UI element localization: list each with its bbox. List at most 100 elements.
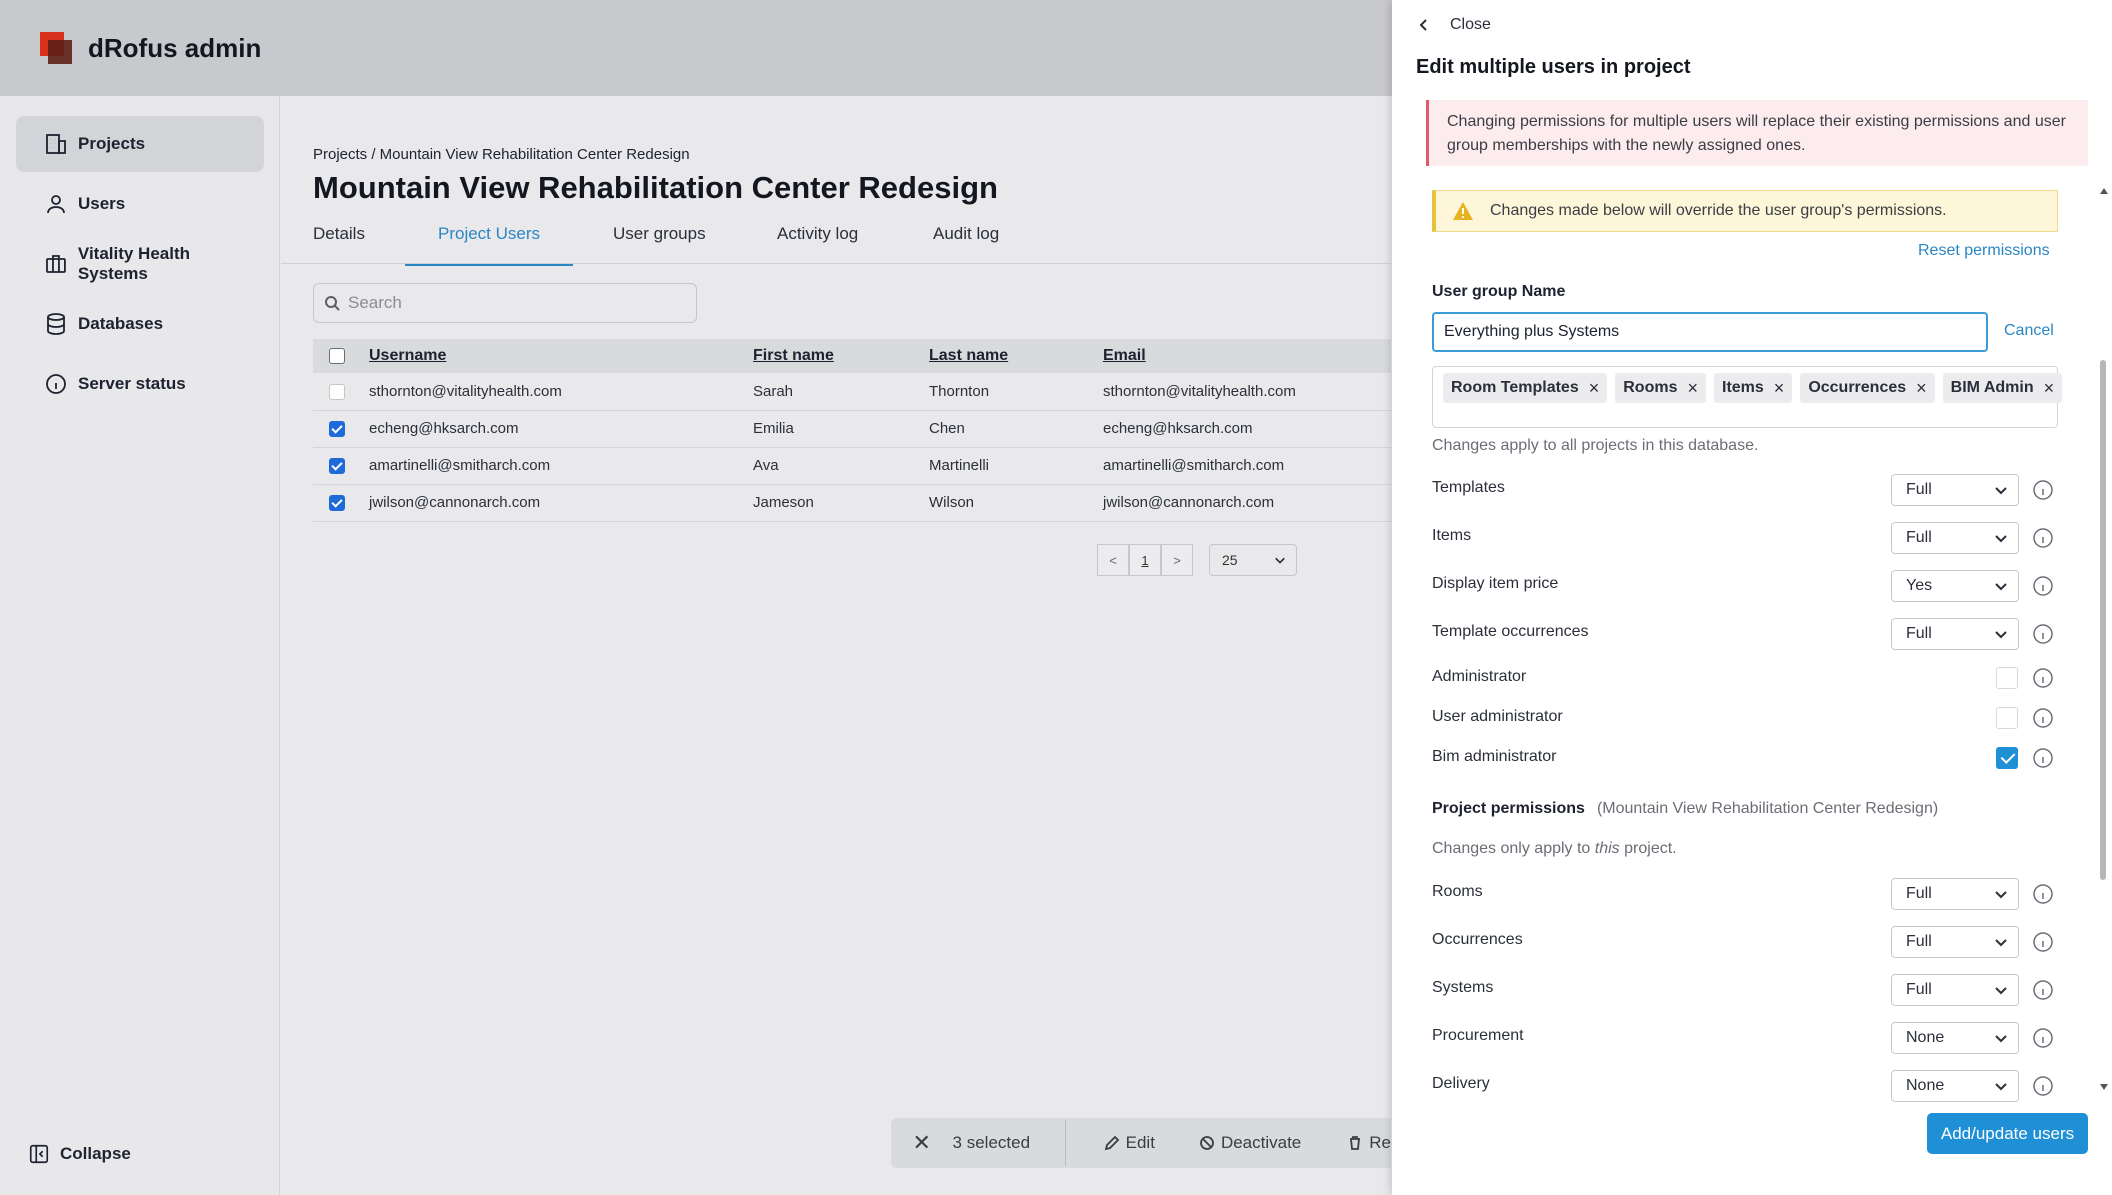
flag-label-user-administrator: User administrator bbox=[1432, 708, 1563, 725]
page-number-button[interactable]: 1 bbox=[1129, 544, 1161, 576]
perm-select-display-item-price[interactable]: Yes bbox=[1891, 570, 2019, 602]
tab-activity-log[interactable]: Activity log bbox=[777, 222, 858, 266]
info-icon[interactable] bbox=[2032, 979, 2054, 1001]
cancel-button[interactable]: Cancel bbox=[2004, 322, 2054, 340]
info-icon[interactable] bbox=[2032, 479, 2054, 501]
replace-permissions-alert: Changing permissions for multiple users … bbox=[1426, 100, 2088, 166]
edit-button[interactable]: Edit bbox=[1104, 1133, 1155, 1153]
perm-select-systems[interactable]: Full bbox=[1891, 974, 2019, 1006]
perm-label-rooms: Rooms bbox=[1432, 883, 1483, 900]
sidebar-item-organization[interactable]: Vitality Health Systems bbox=[16, 236, 264, 292]
pencil-icon bbox=[1104, 1135, 1119, 1151]
sidebar-item-databases[interactable]: Databases bbox=[16, 296, 264, 352]
select-value: Full bbox=[1906, 885, 1932, 902]
column-last-name[interactable]: Last name bbox=[929, 339, 1103, 373]
perm-label-delivery: Delivery bbox=[1432, 1075, 1490, 1092]
info-icon[interactable] bbox=[2032, 575, 2054, 597]
info-icon[interactable] bbox=[2032, 667, 2054, 689]
table-row[interactable]: jwilson@cannonarch.com Jameson Wilson jw… bbox=[313, 484, 1391, 522]
chevron-down-icon bbox=[1995, 535, 2007, 543]
tab-project-users[interactable]: Project Users bbox=[405, 222, 573, 266]
sidebar-item-projects[interactable]: Projects bbox=[16, 116, 264, 172]
page-size-select[interactable]: 25 bbox=[1209, 544, 1297, 576]
collapse-icon bbox=[29, 1144, 49, 1164]
cell-first-name: Sarah bbox=[753, 373, 929, 411]
column-email[interactable]: Email bbox=[1103, 339, 1391, 373]
chevron-down-icon bbox=[1995, 487, 2007, 495]
add-update-users-button[interactable]: Add/update users bbox=[1927, 1113, 2088, 1154]
chevron-down-icon bbox=[1995, 939, 2007, 947]
cell-email: sthornton@vitalityhealth.com bbox=[1103, 373, 1391, 411]
table-row[interactable]: sthornton@vitalityhealth.com Sarah Thorn… bbox=[313, 373, 1391, 411]
info-icon[interactable] bbox=[2032, 1027, 2054, 1049]
note-text: Changes only apply to bbox=[1432, 840, 1595, 857]
perm-label-display-item-price: Display item price bbox=[1432, 575, 1559, 592]
tab-audit-log[interactable]: Audit log bbox=[933, 222, 999, 266]
drawer-scrollbar-thumb[interactable] bbox=[2100, 360, 2106, 880]
page-size-value: 25 bbox=[1222, 552, 1238, 568]
project-permissions-heading: Project permissions (Mountain View Rehabi… bbox=[1432, 800, 1938, 818]
project-scope-note: Changes only apply to this project. bbox=[1432, 840, 1677, 858]
column-first-name[interactable]: First name bbox=[753, 339, 929, 373]
info-icon[interactable] bbox=[2032, 747, 2054, 769]
column-username[interactable]: Username bbox=[369, 339, 753, 373]
deactivate-label: Deactivate bbox=[1220, 1133, 1302, 1152]
perm-select-occurrences[interactable]: Full bbox=[1891, 926, 2019, 958]
info-icon[interactable] bbox=[2032, 623, 2054, 645]
chevron-down-icon bbox=[1275, 557, 1285, 564]
tab-details[interactable]: Details bbox=[313, 222, 365, 266]
collapse-button[interactable]: Collapse bbox=[28, 1143, 131, 1165]
perm-select-items[interactable]: Full bbox=[1891, 522, 2019, 554]
perm-select-delivery[interactable]: None bbox=[1891, 1070, 2019, 1102]
select-all-checkbox[interactable] bbox=[329, 347, 345, 364]
remove-tag-icon[interactable]: × bbox=[1774, 378, 1785, 399]
row-checkbox[interactable] bbox=[329, 383, 345, 400]
perm-select-templates[interactable]: Full bbox=[1891, 474, 2019, 506]
row-checkbox[interactable] bbox=[329, 421, 345, 438]
bim-administrator-checkbox[interactable] bbox=[1996, 747, 2018, 769]
row-checkbox[interactable] bbox=[329, 495, 345, 512]
user-administrator-checkbox[interactable] bbox=[1996, 707, 2018, 729]
sidebar-item-server-status[interactable]: Server status bbox=[16, 356, 264, 412]
remove-button[interactable]: Re bbox=[1347, 1133, 1391, 1153]
scroll-up-arrow[interactable] bbox=[2100, 188, 2108, 194]
row-select-cell bbox=[313, 447, 369, 485]
drawer-title: Edit multiple users in project bbox=[1416, 56, 1691, 78]
perm-select-procurement[interactable]: None bbox=[1891, 1022, 2019, 1054]
info-icon[interactable] bbox=[2032, 883, 2054, 905]
prev-page-button[interactable]: < bbox=[1097, 544, 1129, 576]
perm-select-template-occurrences[interactable]: Full bbox=[1891, 618, 2019, 650]
cell-email: amartinelli@smitharch.com bbox=[1103, 447, 1391, 485]
remove-tag-icon[interactable]: × bbox=[1687, 378, 1698, 399]
search-input[interactable] bbox=[348, 293, 678, 313]
breadcrumb[interactable]: Projects / Mountain View Rehabilitation … bbox=[313, 146, 690, 163]
remove-tag-icon[interactable]: × bbox=[1916, 378, 1927, 399]
cell-email: echeng@hksarch.com bbox=[1103, 410, 1391, 448]
info-icon[interactable] bbox=[2032, 707, 2054, 729]
users-table: Username First name Last name Email stho… bbox=[313, 339, 1391, 522]
tab-user-groups[interactable]: User groups bbox=[613, 222, 706, 266]
table-row[interactable]: echeng@hksarch.com Emilia Chen echeng@hk… bbox=[313, 410, 1391, 448]
remove-tag-icon[interactable]: × bbox=[1589, 378, 1600, 399]
table-row[interactable]: amartinelli@smitharch.com Ava Martinelli… bbox=[313, 447, 1391, 485]
deactivate-button[interactable]: Deactivate bbox=[1199, 1133, 1301, 1153]
table-header-row: Username First name Last name Email bbox=[313, 339, 1391, 373]
perm-select-rooms[interactable]: Full bbox=[1891, 878, 2019, 910]
permission-tags[interactable]: Room Templates × Rooms × Items × Occurrence… bbox=[1432, 366, 2063, 428]
perm-label-occurrences: Occurrences bbox=[1432, 931, 1523, 948]
info-icon[interactable] bbox=[2032, 1075, 2054, 1097]
administrator-checkbox[interactable] bbox=[1996, 667, 2018, 689]
row-checkbox[interactable] bbox=[329, 458, 345, 475]
clear-selection-icon[interactable]: ✕ bbox=[891, 1130, 953, 1156]
flag-label-administrator: Administrator bbox=[1432, 668, 1527, 685]
sidebar-item-users[interactable]: Users bbox=[16, 176, 264, 232]
info-icon[interactable] bbox=[2032, 931, 2054, 953]
user-group-name-input[interactable] bbox=[1432, 312, 1988, 352]
scroll-down-arrow[interactable] bbox=[2100, 1084, 2108, 1090]
remove-tag-icon[interactable]: × bbox=[2044, 378, 2055, 399]
next-page-button[interactable]: > bbox=[1161, 544, 1193, 576]
cell-username: sthornton@vitalityhealth.com bbox=[369, 373, 753, 411]
reset-permissions-link[interactable]: Reset permissions bbox=[1918, 242, 2050, 260]
info-icon[interactable] bbox=[2032, 527, 2054, 549]
close-button[interactable]: Close bbox=[1416, 16, 1491, 34]
